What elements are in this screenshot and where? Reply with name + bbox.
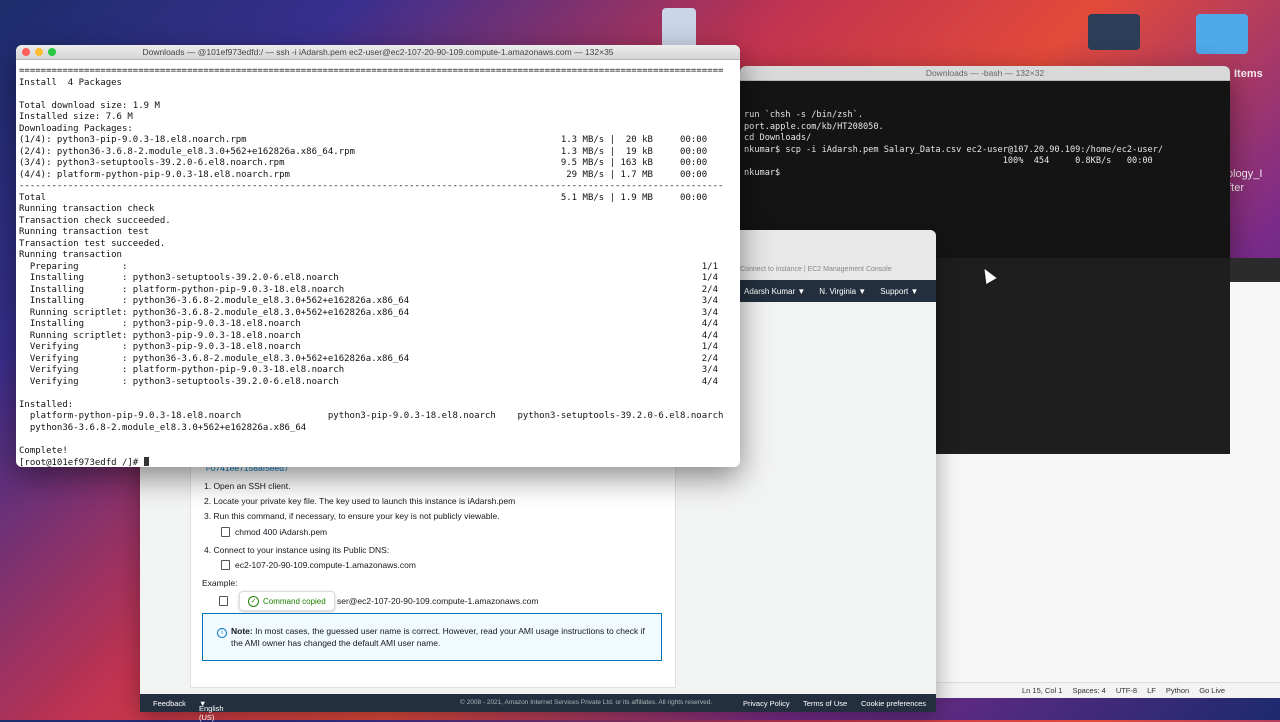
toast-text: Command copied	[263, 596, 326, 606]
footer-cookies[interactable]: Cookie preferences	[861, 699, 926, 708]
terminal-line: (2/4): python36-3.6.8-2.module_el8.3.0+5…	[19, 146, 708, 157]
step-2: 2. Locate your private key file. The key…	[204, 496, 516, 506]
footer-language[interactable]: English (US) ▼	[199, 699, 224, 722]
copy-icon[interactable]	[221, 560, 230, 570]
terminal-line: ========================================…	[19, 66, 724, 76]
aws-top-nav: Adarsh Kumar ▼ N. Virginia ▼ Support ▼	[736, 280, 936, 302]
desktop-folder-icon[interactable]	[1196, 14, 1248, 54]
nav-user[interactable]: Adarsh Kumar ▼	[744, 287, 805, 296]
front-terminal-window[interactable]: Downloads — @101ef973edfd:/ — ssh -i iAd…	[16, 45, 740, 467]
footer-terms[interactable]: Terms of Use	[803, 699, 847, 708]
note-text-1: In most cases, the guessed user name is …	[252, 626, 645, 636]
terminal-line: Install 4 Packages	[19, 77, 122, 88]
command-copied-toast: ✓ Command copied	[239, 591, 335, 611]
copy-icon[interactable]	[219, 596, 228, 606]
terminal-line: Installing : python3-setuptools-39.2.0-6…	[19, 273, 718, 283]
terminal-line: platform-python-pip-9.0.3-18.el8.noarch …	[19, 411, 724, 421]
terminal-line: Total download size: 1.9 M	[19, 100, 160, 111]
nav-region-label: N. Virginia	[819, 286, 857, 296]
back-terminal-title: Downloads — -bash — 132×32	[925, 68, 1045, 78]
terminal-line: (1/4): python3-pip-9.0.3-18.el8.noarch.r…	[19, 135, 708, 145]
status-eol[interactable]: LF	[1147, 686, 1156, 695]
terminal-line: Verifying : python3-setuptools-39.2.0-6.…	[19, 376, 718, 387]
terminal-line: Verifying : platform-python-pip-9.0.3-18…	[19, 365, 718, 375]
footer-copyright: © 2008 - 2021, Amazon Internet Services …	[460, 699, 713, 706]
chmod-command: chmod 400 iAdarsh.pem	[235, 527, 328, 537]
terminal-line: run `chsh -s /bin/zsh`.	[744, 110, 863, 120]
terminal-line: Running scriptlet: python3-pip-9.0.3-18.…	[19, 330, 718, 341]
note-box: i Note: In most cases, the guessed user …	[202, 613, 662, 661]
terminal-line: (3/4): python3-setuptools-39.2.0-6.el8.n…	[19, 158, 708, 168]
note-line-2: the AMI owner has changed the default AM…	[231, 638, 441, 648]
terminal-line: Complete!	[19, 445, 68, 456]
check-circle-icon: ✓	[248, 595, 259, 607]
desktop-screenshot-icon[interactable]	[1088, 14, 1140, 50]
footer-feedback[interactable]: Feedback	[153, 699, 186, 708]
status-golive[interactable]: Go Live	[1199, 686, 1225, 695]
terminal-line: ----------------------------------------…	[19, 181, 724, 191]
terminal-line: Downloading Packages:	[19, 123, 133, 134]
terminal-prompt: [root@101ef973edfd /]#	[19, 458, 144, 467]
window-controls	[22, 48, 56, 56]
copy-icon[interactable]	[221, 527, 230, 537]
terminal-line: port.apple.com/kb/HT208050.	[744, 121, 884, 132]
minimize-button[interactable]	[35, 48, 43, 56]
terminal-line: Installing : platform-python-pip-9.0.3-1…	[19, 284, 718, 295]
terminal-line: Preparing : 1/1	[19, 261, 718, 272]
terminal-cursor	[143, 457, 149, 466]
status-encoding[interactable]: UTF-8	[1116, 686, 1137, 695]
step-1: 1. Open an SSH client.	[204, 481, 291, 491]
nav-user-label: Adarsh Kumar	[744, 286, 796, 296]
desktop-file-icon[interactable]	[662, 8, 696, 48]
editor-status-bar: Ln 15, Col 1 Spaces: 4 UTF-8 LF Python G…	[936, 682, 1280, 698]
step-4: 4. Connect to your instance using its Pu…	[204, 545, 390, 555]
example-label: Example:	[202, 578, 238, 588]
back-terminal-titlebar[interactable]: Downloads — -bash — 132×32	[740, 66, 1230, 81]
footer-privacy[interactable]: Privacy Policy	[743, 699, 790, 708]
zoom-button[interactable]	[48, 48, 56, 56]
terminal-line: Running transaction test	[19, 227, 150, 237]
terminal-line: Running transaction	[19, 250, 122, 260]
status-language[interactable]: Python	[1166, 686, 1189, 695]
example-command: ser@ec2-107-20-90-109.compute-1.amazonaw…	[337, 596, 539, 606]
terminal-line: nkumar$ scp -i iAdarsh.pem Salary_Data.c…	[744, 144, 1164, 155]
front-terminal-output[interactable]: ========================================…	[16, 60, 740, 467]
info-icon: i	[217, 628, 227, 638]
terminal-line: Running transaction check	[19, 204, 155, 214]
front-terminal-titlebar[interactable]: Downloads — @101ef973edfd:/ — ssh -i iAd…	[16, 45, 740, 60]
terminal-line: Transaction check succeeded.	[19, 215, 171, 226]
terminal-line: nkumar$	[744, 167, 786, 178]
terminal-line: Installed:	[19, 399, 74, 410]
note-bold: Note:	[231, 626, 253, 636]
terminal-line: Verifying : python3-pip-9.0.3-18.el8.noa…	[19, 342, 718, 352]
terminal-line: Installed size: 7.6 M	[19, 112, 133, 122]
editor-dark-panel	[936, 258, 1230, 454]
terminal-line: Running scriptlet: python36-3.6.8-2.modu…	[19, 307, 718, 318]
terminal-line: cd Downloads/	[744, 133, 812, 143]
browser-tab-title[interactable]: Connect to instance | EC2 Management Con…	[740, 266, 892, 273]
terminal-line: Installing : python36-3.6.8-2.module_el8…	[19, 296, 718, 306]
front-terminal-title: Downloads — @101ef973edfd:/ — ssh -i iAd…	[142, 47, 614, 57]
status-position[interactable]: Ln 15, Col 1	[1022, 686, 1062, 695]
nav-region[interactable]: N. Virginia ▼	[819, 287, 866, 296]
terminal-line: Transaction test succeeded.	[19, 238, 166, 249]
back-terminal-output[interactable]: run `chsh -s /bin/zsh`. port.apple.com/k…	[740, 81, 1230, 185]
status-spaces[interactable]: Spaces: 4	[1072, 686, 1105, 695]
step-3: 3. Run this command, if necessary, to en…	[204, 511, 500, 521]
terminal-line: Installing : python3-pip-9.0.3-18.el8.no…	[19, 319, 718, 329]
nav-support-label: Support	[880, 286, 909, 296]
aws-footer: Feedback English (US) ▼ © 2008 - 2021, A…	[140, 694, 936, 722]
note-line-1: Note: In most cases, the guessed user na…	[231, 626, 645, 636]
terminal-line: Verifying : python36-3.6.8-2.module_el8.…	[19, 353, 718, 364]
close-button[interactable]	[22, 48, 30, 56]
terminal-line: (4/4): platform-python-pip-9.0.3-18.el8.…	[19, 169, 708, 180]
terminal-line: Total 5.1 MB/s | 1.9 MB 00:00	[19, 192, 708, 203]
nav-support[interactable]: Support ▼	[880, 287, 918, 296]
desktop-items-label: Items	[1234, 68, 1263, 80]
terminal-line: python36-3.6.8-2.module_el8.3.0+562+e162…	[19, 422, 307, 433]
public-dns: ec2-107-20-90-109.compute-1.amazonaws.co…	[235, 560, 416, 570]
terminal-line: 100% 454 0.8KB/s 00:00	[744, 156, 1153, 166]
footer-language-label: English (US)	[199, 704, 224, 722]
